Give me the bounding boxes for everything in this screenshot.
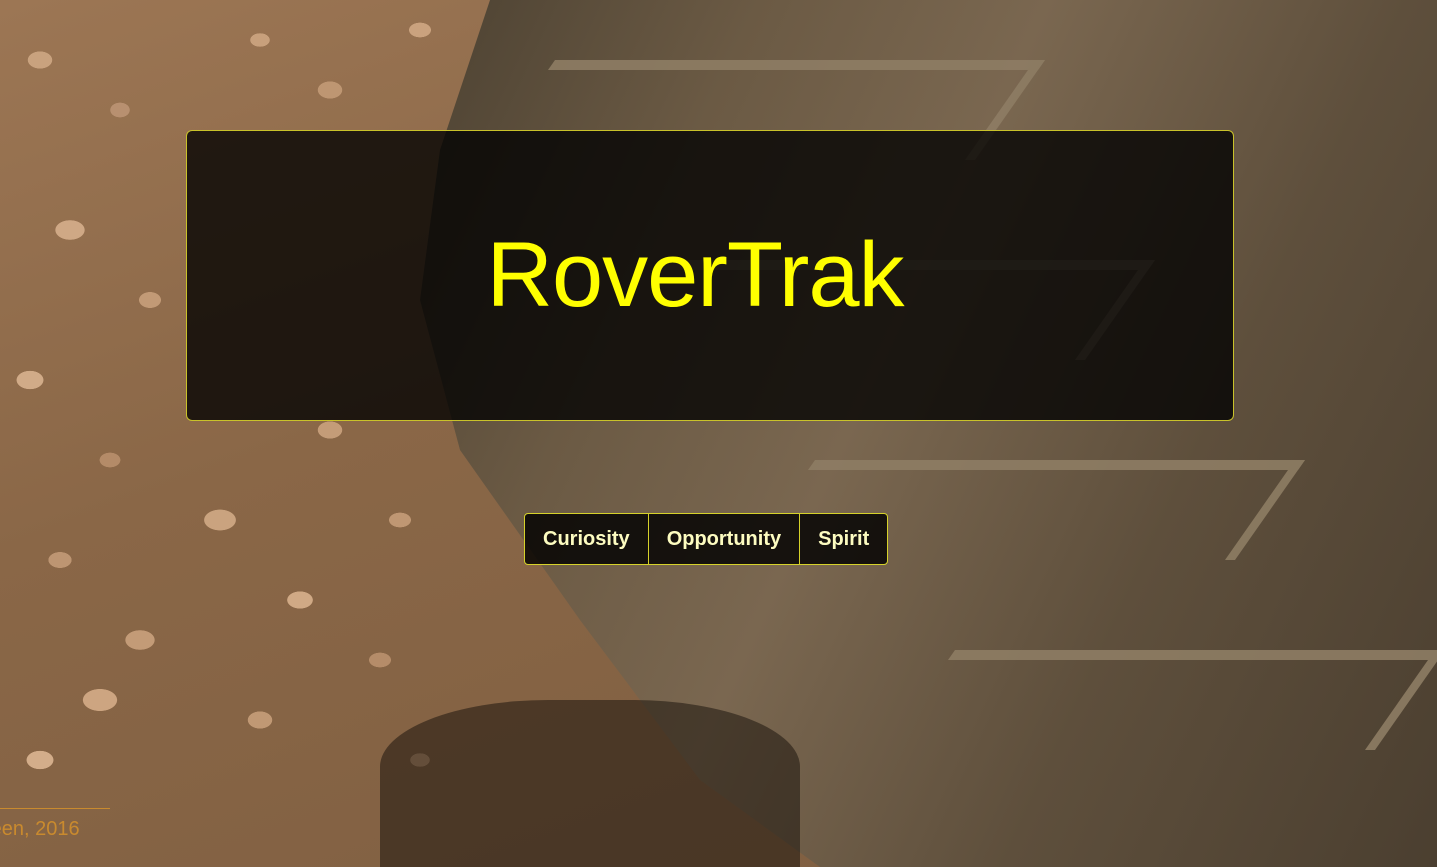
- nav-button-opportunity[interactable]: Opportunity: [649, 514, 801, 564]
- wheel-tread: [884, 650, 1437, 750]
- footer-divider: [0, 808, 110, 809]
- site-title: RoverTrak: [486, 224, 905, 326]
- rover-nav: Curiosity Opportunity Spirit: [524, 513, 889, 565]
- nav-button-spirit[interactable]: Spirit: [800, 514, 887, 564]
- footer-credit: reen, 2016: [0, 818, 80, 840]
- wheel-shadow: [380, 700, 800, 867]
- nav-button-curiosity[interactable]: Curiosity: [525, 514, 649, 564]
- page-background: RoverTrak Curiosity Opportunity Spirit r…: [0, 0, 1437, 867]
- header-panel: RoverTrak: [186, 130, 1234, 421]
